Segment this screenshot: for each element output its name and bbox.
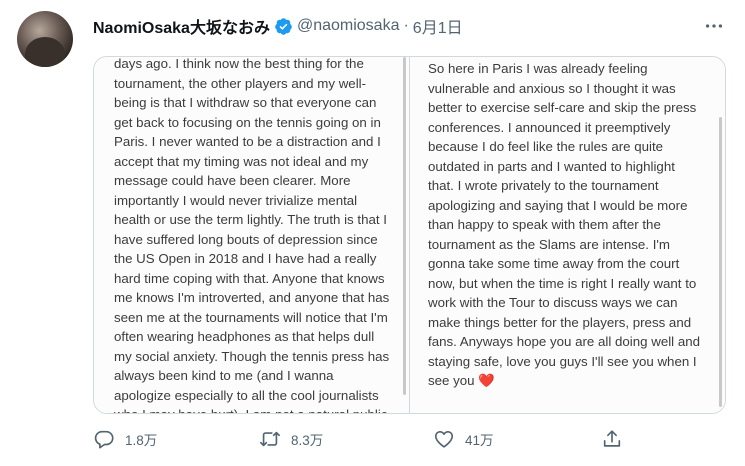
verified-badge-icon xyxy=(275,17,292,35)
like-count: 41万 xyxy=(465,433,494,448)
retweet-button[interactable]: 8.3万 xyxy=(259,428,323,450)
tweet-date[interactable]: 6月1日 xyxy=(413,14,463,38)
share-button[interactable] xyxy=(601,428,633,450)
display-name[interactable]: NaomiOsaka大坂なおみ xyxy=(93,14,270,38)
notes-image-left[interactable]: days ago. I think now the best thing for… xyxy=(94,57,409,413)
scrollbar xyxy=(719,117,722,407)
profile-avatar[interactable] xyxy=(17,11,73,67)
reply-icon xyxy=(94,430,114,449)
tweet-header: NaomiOsaka大坂なおみ @naomiosaka · 6月1日 xyxy=(93,14,463,38)
reply-button[interactable]: 1.8万 xyxy=(93,428,157,450)
like-icon xyxy=(434,431,454,448)
user-handle[interactable]: @naomiosaka xyxy=(297,17,400,35)
retweet-count: 8.3万 xyxy=(291,433,324,448)
scrollbar xyxy=(403,57,406,395)
tweet-media[interactable]: days ago. I think now the best thing for… xyxy=(93,56,726,414)
statement-text-right: So here in Paris I was already feeling v… xyxy=(428,61,701,388)
share-icon xyxy=(603,430,621,447)
more-icon[interactable] xyxy=(703,15,725,37)
like-button[interactable]: 41万 xyxy=(433,428,494,450)
tweet-actions: 1.8万 8.3万 41万 xyxy=(93,428,653,454)
retweet-icon xyxy=(260,431,280,447)
statement-text-left: days ago. I think now the best thing for… xyxy=(114,57,390,413)
heart-emoji: ❤️ xyxy=(478,373,495,388)
notes-image-right[interactable]: So here in Paris I was already feeling v… xyxy=(409,57,725,413)
separator-dot: · xyxy=(403,17,409,34)
reply-count: 1.8万 xyxy=(125,433,158,448)
